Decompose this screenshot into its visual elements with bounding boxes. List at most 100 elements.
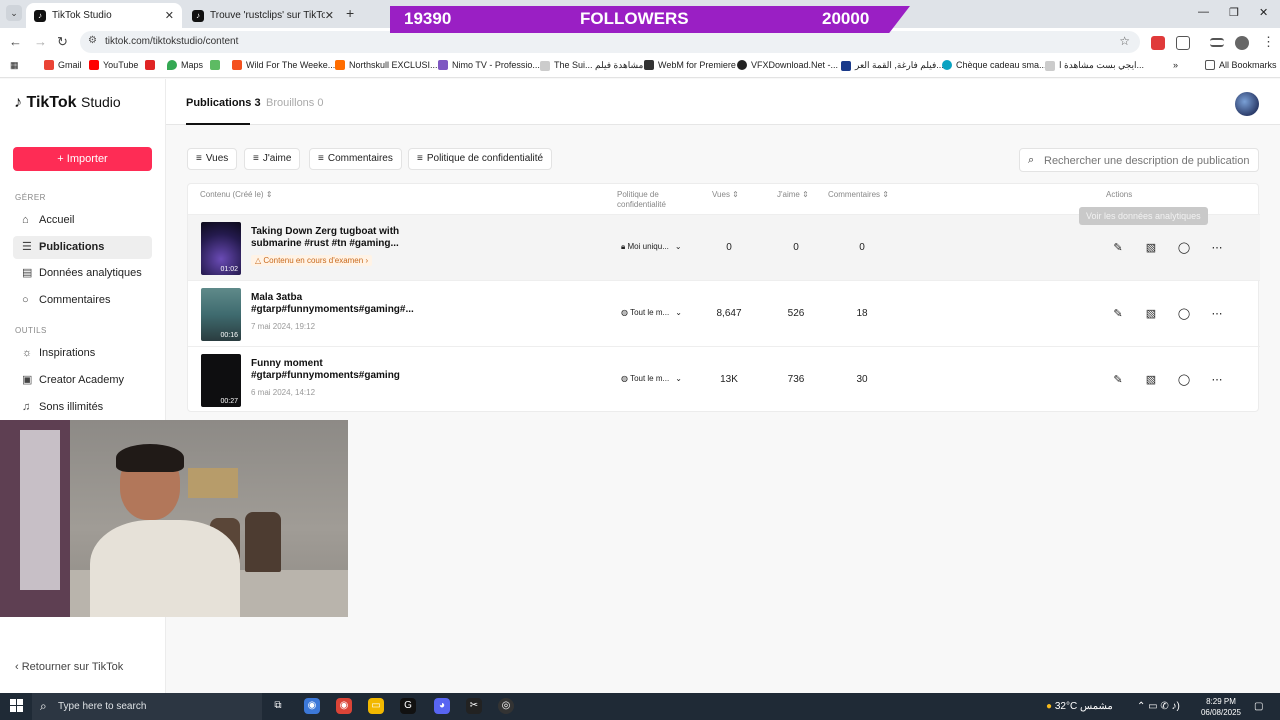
video-title[interactable]: Taking Down Zerg tugboat with submarine … (251, 226, 421, 250)
column-header-views[interactable]: Vues ⇕ (712, 190, 739, 200)
bookmark-suicide[interactable]: The Sui... مشاهدة فيلم (540, 60, 643, 71)
sidebar-item-inspirations[interactable]: ☼ Inspirations (13, 342, 152, 365)
privacy-select[interactable]: ◍ Tout le m... ⌄ (621, 374, 682, 383)
back-icon[interactable]: ← (9, 34, 22, 49)
privacy-select[interactable]: ◍ Tout le m... ⌄ (621, 308, 682, 317)
back-to-tiktok-link[interactable]: ‹ Retourner sur TikTok (15, 661, 123, 673)
taskbar-search[interactable]: ⌕ Type here to search (32, 693, 262, 720)
edit-icon[interactable]: ✎ (1110, 372, 1126, 388)
chrome-profile-icon[interactable]: ◉ (336, 698, 352, 714)
video-thumbnail[interactable]: 00:27 (201, 354, 241, 407)
video-title[interactable]: Funny moment #gtarp#funnymoments#gaming (251, 358, 421, 382)
filter-views[interactable]: ≡ Vues (187, 148, 238, 170)
weather-widget[interactable]: ● 32°C مشمس (1046, 701, 1113, 712)
restore-icon[interactable]: ❐ (1229, 6, 1239, 19)
bookmark-webm[interactable]: WebM for Premiere (644, 60, 736, 70)
tab-drafts[interactable]: Brouillons 0 (266, 97, 323, 109)
privacy-select[interactable]: 🔒︎ Moi uniqu... ⌄ (621, 242, 682, 252)
app-g-icon[interactable]: G (400, 698, 416, 714)
bookmark-star-icon[interactable]: ☆ (1119, 34, 1130, 48)
bookmark-vfx[interactable]: VFXDownload.Net -... (737, 60, 838, 70)
sidebar-item-analytics[interactable]: ▤ Données analytiques (13, 262, 152, 285)
analytics-icon[interactable]: ▧ (1143, 240, 1159, 256)
bookmark-cheque[interactable]: Chèque cadeau sma... (942, 60, 1047, 70)
bookmark-film[interactable]: فيلم فارغة, القمة العر... (841, 60, 944, 71)
bookmark-wild[interactable]: Wild For The Weeke... (232, 60, 335, 70)
comment-icon[interactable]: ◯ (1176, 240, 1192, 256)
capcut-icon[interactable]: ✂ (466, 698, 482, 714)
sidebar-item-creator-academy[interactable]: ▣ Creator Academy (13, 369, 152, 392)
analytics-icon[interactable]: ▧ (1143, 372, 1159, 388)
tab-search-icon[interactable]: ⌄ (6, 5, 22, 21)
publish-date: 6 mai 2024, 14:12 (251, 388, 316, 397)
video-title[interactable]: Mala 3atba #gtarp#funnymoments#gaming#..… (251, 292, 421, 316)
filter-privacy[interactable]: ≡ Politique de confidentialité (408, 148, 553, 170)
tiktok-studio-logo[interactable]: ♪ TikTok Studio (14, 94, 121, 112)
analytics-icon[interactable]: ▧ (1143, 306, 1159, 322)
avatar[interactable] (1235, 92, 1259, 116)
profile-icon[interactable] (1235, 36, 1249, 50)
search-input[interactable] (1044, 152, 1254, 169)
close-tab-icon[interactable]: ✕ (165, 9, 174, 22)
more-icon[interactable]: ⋯ (1209, 306, 1225, 322)
url-field[interactable]: ⚙ tiktok.com/tiktokstudio/content ☆ (80, 31, 1140, 53)
media-controls-icon[interactable] (1210, 38, 1224, 47)
more-icon[interactable]: ⋯ (1209, 240, 1225, 256)
reload-icon[interactable]: ↻ (57, 34, 68, 50)
tab-publications[interactable]: Publications 3 (186, 97, 261, 109)
bookmark-red[interactable] (145, 60, 159, 70)
bookmark-northskull[interactable]: Northskull EXCLUSI... (335, 60, 438, 70)
browser-menu-icon[interactable]: ⋮ (1262, 34, 1275, 50)
comment-icon[interactable]: ◯ (1176, 306, 1192, 322)
sidebar-item-sounds[interactable]: ♫ Sons illimités (13, 396, 152, 419)
comment-icon[interactable]: ◯ (1176, 372, 1192, 388)
tab-rustclips[interactable]: ♪ Trouve 'rustclips' sur TikTok | Re ✕ (184, 3, 342, 28)
all-bookmarks[interactable]: All Bookmarks (1205, 60, 1277, 70)
bookmarks-overflow-icon[interactable]: » (1173, 60, 1178, 70)
video-thumbnail[interactable]: 00:16 (201, 288, 241, 341)
close-tab-icon[interactable]: ✕ (325, 9, 334, 22)
bookmark-maps[interactable]: Maps (167, 60, 203, 70)
column-header-content[interactable]: Contenu (Créé le) ⇕ (200, 190, 273, 200)
obs-icon[interactable]: ◎ (498, 698, 514, 714)
site-info-icon[interactable]: ⚙ (88, 35, 97, 46)
edit-icon[interactable]: ✎ (1110, 306, 1126, 322)
minimize-icon[interactable]: — (1198, 6, 1209, 18)
sidebar-item-publications[interactable]: ☰ Publications (13, 236, 152, 259)
column-header-comments[interactable]: Commentaires ⇕ (828, 190, 889, 200)
more-icon[interactable]: ⋯ (1209, 372, 1225, 388)
discord-icon[interactable]: ◕ (434, 698, 450, 714)
notifications-icon[interactable]: ▢ (1254, 701, 1263, 712)
bookmarks-bar: ▦ Gmail YouTube Maps Wild For The Weeke.… (0, 56, 1280, 78)
apps-icon[interactable]: ▦ (10, 60, 19, 71)
table-row[interactable]: 00:16 Mala 3atba #gtarp#funnymoments#gam… (188, 280, 1260, 346)
sidebar-item-home[interactable]: ⌂ Accueil (13, 209, 152, 232)
bookmark-youtube[interactable]: YouTube (89, 60, 138, 70)
video-thumbnail[interactable]: 01:02 (201, 222, 241, 275)
table-row[interactable]: 00:27 Funny moment #gtarp#funnymoments#g… (188, 346, 1260, 412)
tab-tiktok-studio[interactable]: ♪ TikTok Studio ✕ (26, 3, 182, 28)
chrome-icon[interactable]: ◉ (304, 698, 320, 714)
extensions-puzzle-icon[interactable] (1176, 36, 1190, 50)
sidebar-item-comments[interactable]: ○ Commentaires (13, 289, 152, 312)
bookmark-egybest[interactable]: ايجي بست مشاهدة ا... (1045, 60, 1144, 71)
edit-icon[interactable]: ✎ (1110, 240, 1126, 256)
status-badge[interactable]: △ Contenu en cours d'examen › (251, 255, 373, 266)
import-button[interactable]: + Importer (13, 147, 152, 171)
task-view-icon[interactable]: ⧉ (270, 698, 286, 714)
close-window-icon[interactable]: ✕ (1259, 6, 1268, 19)
bookmark-gmail[interactable]: Gmail (44, 60, 82, 70)
publish-date: 7 mai 2024, 19:12 (251, 322, 316, 331)
new-tab-button[interactable]: + (346, 5, 354, 21)
file-explorer-icon[interactable]: ▭ (368, 698, 384, 714)
bookmark-green[interactable] (210, 60, 224, 70)
column-header-likes[interactable]: J'aime ⇕ (777, 190, 809, 200)
extension-icon[interactable] (1151, 36, 1165, 50)
filter-comments[interactable]: ≡ Commentaires (309, 148, 402, 170)
taskbar-clock[interactable]: 8:29 PM 06/08/2025 (1200, 696, 1242, 718)
system-tray-icons[interactable]: ⌃ ▭ ✆ ♪) (1137, 701, 1180, 712)
bookmark-nimo[interactable]: Nimo TV - Professio... (438, 60, 540, 70)
forward-icon[interactable]: → (34, 34, 47, 49)
windows-start-icon[interactable] (10, 699, 24, 713)
filter-likes[interactable]: ≡ J'aime (244, 148, 301, 170)
